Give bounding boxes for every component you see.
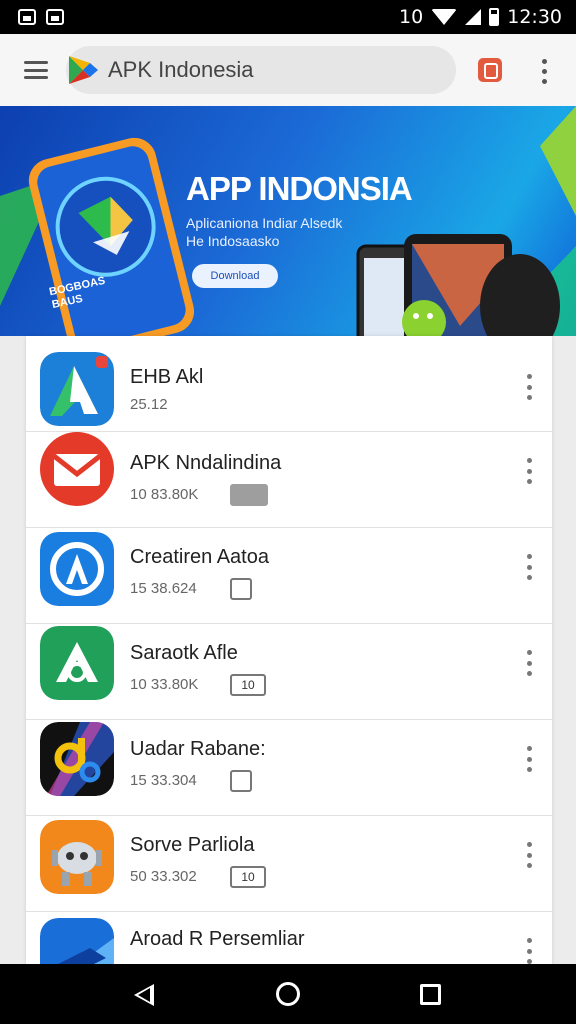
store-a-app-icon bbox=[40, 532, 114, 606]
banner-title: APP INDONSIA bbox=[186, 170, 413, 207]
signal-icon bbox=[465, 9, 482, 25]
item-overflow-icon[interactable] bbox=[522, 650, 536, 676]
app-bar: APK Indonesia bbox=[0, 34, 576, 106]
overflow-menu-icon[interactable] bbox=[532, 56, 556, 86]
mail-app-icon bbox=[40, 432, 114, 506]
search-bar[interactable]: APK Indonesia bbox=[66, 46, 456, 94]
app-meta: 15 33.304 bbox=[130, 772, 197, 789]
indicator-text: 10 bbox=[399, 6, 424, 28]
item-overflow-icon[interactable] bbox=[522, 842, 536, 868]
app-list: EHB Akl 25.12 APK Nndalindina 10 83.80K … bbox=[26, 336, 552, 966]
app-name: Creatiren Aatoa bbox=[130, 546, 269, 568]
clock: 12:30 bbox=[507, 6, 562, 28]
racing-car-app-icon bbox=[40, 918, 114, 966]
menu-icon[interactable] bbox=[24, 61, 48, 79]
photo-notification-icon bbox=[46, 9, 64, 25]
list-item[interactable]: EHB Akl 25.12 bbox=[26, 336, 552, 432]
battery-icon bbox=[489, 8, 500, 26]
notification-icons bbox=[18, 9, 64, 25]
banner-download-button[interactable]: Download bbox=[192, 264, 278, 288]
home-icon[interactable] bbox=[276, 982, 300, 1006]
app-meta: 15 38.624 bbox=[130, 580, 197, 597]
list-item[interactable]: Saraotk Afle 10 33.80K 10 bbox=[26, 624, 552, 720]
shopping-bag-icon[interactable] bbox=[478, 58, 502, 82]
app-name: APK Nndalindina bbox=[130, 452, 282, 474]
version-badge: 10 bbox=[230, 866, 266, 888]
search-text: APK Indonesia bbox=[108, 57, 254, 82]
save-badge bbox=[230, 578, 252, 600]
list-item[interactable]: Aroad R Persemliar bbox=[26, 912, 552, 966]
app-meta: 10 83.80K bbox=[130, 486, 199, 503]
app-meta: 25.12 bbox=[130, 396, 168, 413]
app-name: EHB Akl bbox=[130, 366, 204, 388]
apk-installer-icon bbox=[40, 352, 114, 426]
save-badge bbox=[230, 770, 252, 792]
item-overflow-icon[interactable] bbox=[522, 374, 536, 400]
list-item[interactable]: Creatiren Aatoa 15 38.624 bbox=[26, 528, 552, 624]
system-indicators: 10 12:30 bbox=[399, 6, 562, 28]
back-icon[interactable] bbox=[134, 984, 154, 1006]
banner-subtitle: Aplicaniona Indiar Alsedk He Indosaasko bbox=[186, 215, 343, 249]
promo-banner[interactable]: APP INDONSIA Aplicaniona Indiar Alsedk H… bbox=[0, 106, 576, 336]
item-overflow-icon[interactable] bbox=[522, 554, 536, 580]
play-store-logo-icon bbox=[69, 56, 98, 84]
color-d-app-icon bbox=[40, 722, 114, 796]
list-item[interactable]: Sorve Parliola 50 33.302 10 bbox=[26, 816, 552, 912]
app-name: Uadar Rabane: bbox=[130, 738, 266, 760]
install-badge bbox=[230, 484, 268, 506]
item-overflow-icon[interactable] bbox=[522, 746, 536, 772]
app-name: Saraotk Afle bbox=[130, 642, 238, 664]
green-a-app-icon bbox=[40, 626, 114, 700]
list-item[interactable]: Uadar Rabane: 15 33.304 bbox=[26, 720, 552, 816]
app-meta: 50 33.302 bbox=[130, 868, 197, 885]
navigation-bar bbox=[0, 964, 576, 1024]
status-bar: 10 12:30 bbox=[0, 0, 576, 34]
image-notification-icon bbox=[18, 9, 36, 25]
item-overflow-icon[interactable] bbox=[522, 458, 536, 484]
recents-icon[interactable] bbox=[420, 984, 441, 1005]
item-overflow-icon[interactable] bbox=[522, 938, 536, 964]
version-badge: 10 bbox=[230, 674, 266, 696]
app-name: Sorve Parliola bbox=[130, 834, 255, 856]
app-meta: 10 33.80K bbox=[130, 676, 199, 693]
list-item[interactable]: APK Nndalindina 10 83.80K bbox=[26, 432, 552, 528]
android-robot-app-icon bbox=[40, 820, 114, 894]
app-name: Aroad R Persemliar bbox=[130, 928, 305, 950]
wifi-icon bbox=[431, 9, 458, 25]
